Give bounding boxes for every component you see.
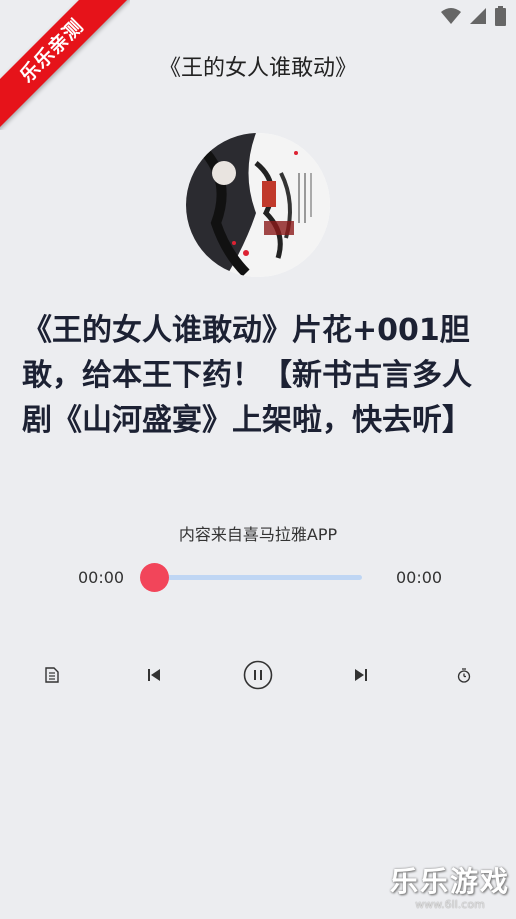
battery-icon (495, 6, 506, 26)
previous-button[interactable] (142, 663, 166, 687)
watermark: 乐乐游戏 www.6ll.com (390, 860, 510, 911)
timer-button[interactable] (452, 663, 476, 687)
watermark-main: 乐乐游戏 (389, 865, 510, 898)
pause-button[interactable] (243, 660, 273, 690)
ribbon-text: 乐乐亲测 (0, 0, 130, 130)
progress-thumb[interactable] (140, 563, 169, 592)
wifi-icon (441, 8, 461, 24)
playlist-button[interactable] (40, 663, 64, 687)
next-icon (355, 669, 367, 681)
pause-icon (243, 660, 273, 690)
next-button[interactable] (349, 663, 373, 687)
playlist-icon (45, 667, 59, 683)
source-label: 内容来自喜马拉雅APP (178, 525, 338, 544)
status-icons (441, 6, 506, 26)
total-time: 00:00 (396, 568, 443, 587)
timer-icon (457, 667, 471, 683)
episode-title: 《王的女人谁敢动》片花+001胆敢，给本王下药！【新书古言多人剧《山河盛宴》上架… (22, 313, 472, 438)
signal-icon (470, 8, 486, 24)
current-time: 00:00 (78, 568, 125, 587)
corner-ribbon: 乐乐亲测 (0, 0, 130, 130)
progress-track[interactable] (144, 575, 362, 580)
album-cover (186, 133, 330, 277)
previous-icon (148, 669, 160, 681)
